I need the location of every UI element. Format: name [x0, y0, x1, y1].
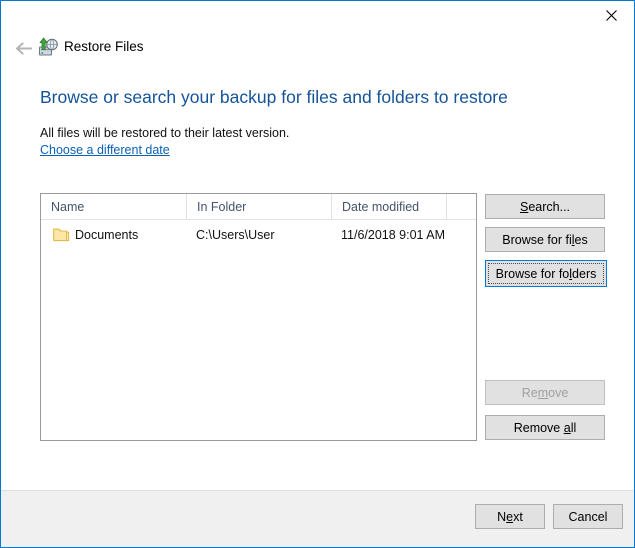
column-header-date-modified[interactable]: Date modified	[331, 194, 446, 220]
column-header-blank[interactable]	[446, 194, 476, 220]
search-label-post: earch...	[528, 199, 571, 214]
row-name-cell: Documents	[41, 220, 186, 250]
browse-files-label-post: es	[574, 232, 588, 247]
page-title: Browse or search your backup for files a…	[40, 87, 508, 107]
remove-label-post: ove	[548, 385, 569, 400]
app-title: Restore Files	[64, 39, 144, 54]
cancel-button[interactable]: Cancel	[553, 504, 623, 529]
choose-different-date-link[interactable]: Choose a different date	[40, 141, 170, 159]
close-icon	[605, 10, 617, 21]
column-header-in-folder[interactable]: In Folder	[186, 194, 331, 220]
remove-button-label: Remove	[522, 386, 569, 400]
back-button[interactable]	[9, 35, 37, 61]
remove-all-button-label: Remove all	[514, 421, 577, 435]
remove-mnemonic: m	[537, 385, 549, 400]
row-date-modified-cell: 11/6/2018 9:01 AM	[341, 228, 446, 242]
nav-row: Restore Files	[1, 31, 634, 65]
dialog-footer: Next Cancel	[1, 490, 634, 547]
browse-for-folders-label: Browse for folders	[496, 267, 597, 281]
remove-all-label-pre: Remove	[513, 420, 564, 435]
next-button-label: Next	[497, 510, 523, 524]
back-arrow-icon	[15, 41, 32, 55]
restore-files-window: Restore Files Browse or search your back…	[0, 0, 635, 548]
browse-folders-label-post: ders	[572, 266, 597, 281]
column-header-name[interactable]: Name	[41, 194, 186, 220]
search-button[interactable]: Search...	[485, 194, 605, 219]
remove-button[interactable]: Remove	[485, 380, 605, 405]
browse-for-folders-button[interactable]: Browse for folders	[485, 260, 607, 287]
browse-for-files-label: Browse for files	[502, 233, 587, 247]
list-header-row: Name In Folder Date modified	[41, 194, 476, 220]
next-label-post: xt	[513, 509, 523, 524]
folder-icon	[53, 227, 70, 242]
close-button[interactable]	[588, 1, 634, 30]
restore-version-note: All files will be restored to their late…	[40, 126, 290, 140]
restore-file-list[interactable]: Name In Folder Date modified Documents C…	[40, 193, 477, 441]
remove-all-button[interactable]: Remove all	[485, 415, 605, 440]
next-button[interactable]: Next	[475, 504, 545, 529]
table-row[interactable]: Documents C:\Users\User 11/6/2018 9:01 A…	[41, 220, 476, 250]
cancel-button-label: Cancel	[568, 509, 608, 524]
browse-folders-label-pre: Browse for fo	[495, 266, 570, 281]
row-in-folder-cell: C:\Users\User	[196, 228, 275, 242]
next-label-pre: N	[497, 509, 507, 524]
restore-files-icon	[37, 36, 59, 58]
remove-all-label-post: ll	[570, 420, 577, 435]
remove-all-mnemonic: a	[563, 420, 571, 435]
title-bar	[1, 1, 634, 31]
browse-for-files-button[interactable]: Browse for files	[485, 227, 605, 252]
browse-files-label-pre: Browse for fi	[502, 232, 572, 247]
row-name-text: Documents	[75, 228, 139, 242]
search-button-label: Search...	[520, 200, 570, 214]
remove-label-pre: Re	[521, 385, 538, 400]
